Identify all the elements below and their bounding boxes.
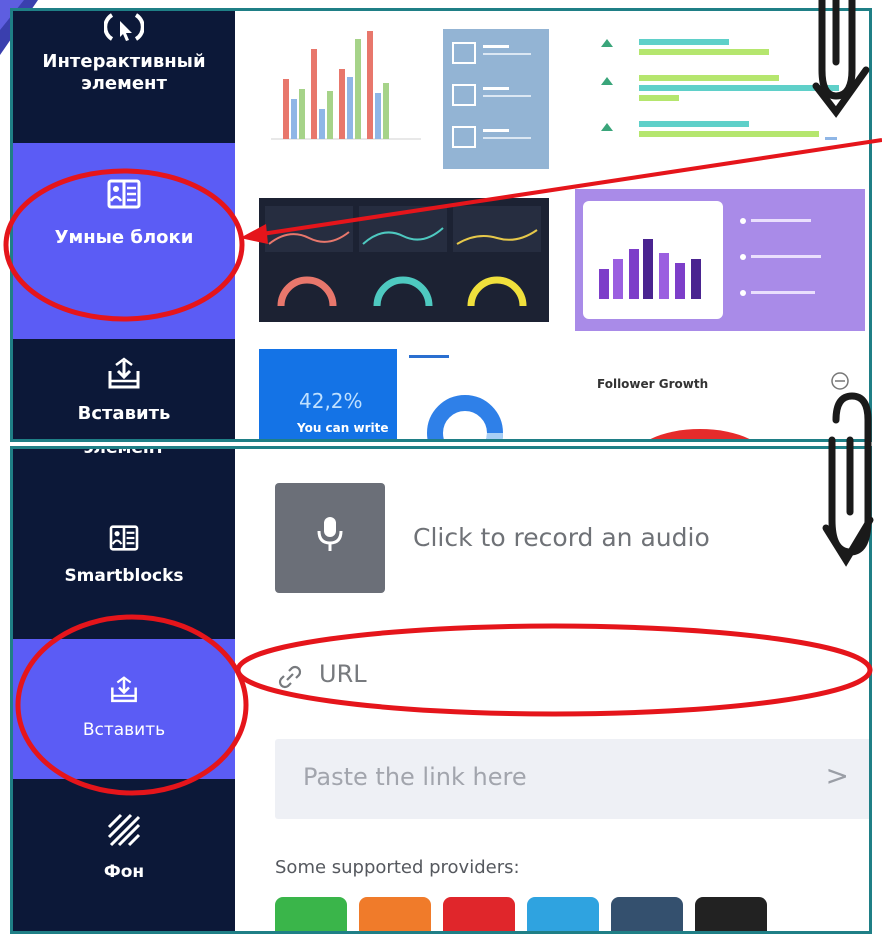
sidebar: Интерактивный элемент Умные блоки Встави… [13,11,235,439]
paste-link-input[interactable]: Paste the link here > [275,739,869,819]
sidebar-item-background[interactable]: Фон [13,799,235,909]
green-provider-icon[interactable] [275,897,347,931]
sidebar-item-label: Умные блоки [54,227,194,248]
sidebar-item-label: Интерактивный [42,51,206,72]
sidebar-item-label: Фон [103,862,145,882]
bar-chart-thumbnail[interactable] [251,19,431,159]
smartblocks-icon [107,179,141,209]
providers-label: Some supported providers: [275,857,520,878]
blue-provider-icon[interactable] [527,897,599,931]
embed-icon [108,357,140,389]
url-label: URL [319,660,367,688]
stat-percent: 42,2% [299,389,363,413]
sidebar-item-label: Smartblocks [64,566,184,586]
follower-growth-thumbnail[interactable]: Follower Growth [575,363,865,439]
smartblocks-panel: Интерактивный элемент Умные блоки Встави… [10,8,872,442]
sidebar-item-smartblocks[interactable]: Smartblocks [13,519,235,619]
orange-provider-icon[interactable] [359,897,431,931]
black-provider-icon[interactable] [695,897,767,931]
donut-thumbnail[interactable] [403,349,543,439]
url-tab[interactable]: URL [275,654,869,698]
sidebar: элемент Smartblocks Вставить Фон [13,449,235,931]
smartblocks-gallery: 42,2% You can write Follower Growth [235,11,869,439]
horizontal-bars-thumbnail[interactable] [575,19,855,164]
sidebar-item-label: элемент [83,446,165,458]
sidebar-item-label: Вставить [82,720,166,740]
embed-content: Click to record an audio URL Paste the l… [235,449,869,931]
navy-provider-icon[interactable] [611,897,683,931]
link-icon [278,665,302,689]
record-audio-button[interactable] [275,483,385,593]
microphone-icon [317,517,343,551]
record-audio-label[interactable]: Click to record an audio [413,523,710,552]
interactive-cursor-icon [104,13,144,41]
paste-link-placeholder: Paste the link here [303,763,527,791]
sidebar-item-embed[interactable]: Вставить [13,339,235,439]
sidebar-item-label: Вставить [77,403,171,424]
purple-chart-thumbnail[interactable] [575,189,865,331]
sidebar-item-embed[interactable]: Вставить [13,639,235,779]
stat-card-thumbnail[interactable]: 42,2% You can write [259,349,397,439]
red-provider-icon[interactable] [443,897,515,931]
background-stripes-icon [107,813,141,847]
chevron-right-icon[interactable]: > [826,759,849,792]
stat-caption: You can write [297,421,389,435]
embed-icon [111,676,137,703]
sidebar-item-smartblocks[interactable]: Умные блоки [13,143,235,339]
smartblocks-icon [109,525,139,551]
sidebar-item-interactive-cut[interactable]: элемент [13,446,235,469]
sidebar-item-interactive[interactable]: Интерактивный элемент [13,11,235,143]
embed-panel: элемент Smartblocks Вставить Фон Click t… [10,446,872,934]
dashboard-thumbnail[interactable] [259,198,549,322]
sidebar-item-label: элемент [81,73,167,94]
list-card-thumbnail[interactable] [443,29,549,169]
